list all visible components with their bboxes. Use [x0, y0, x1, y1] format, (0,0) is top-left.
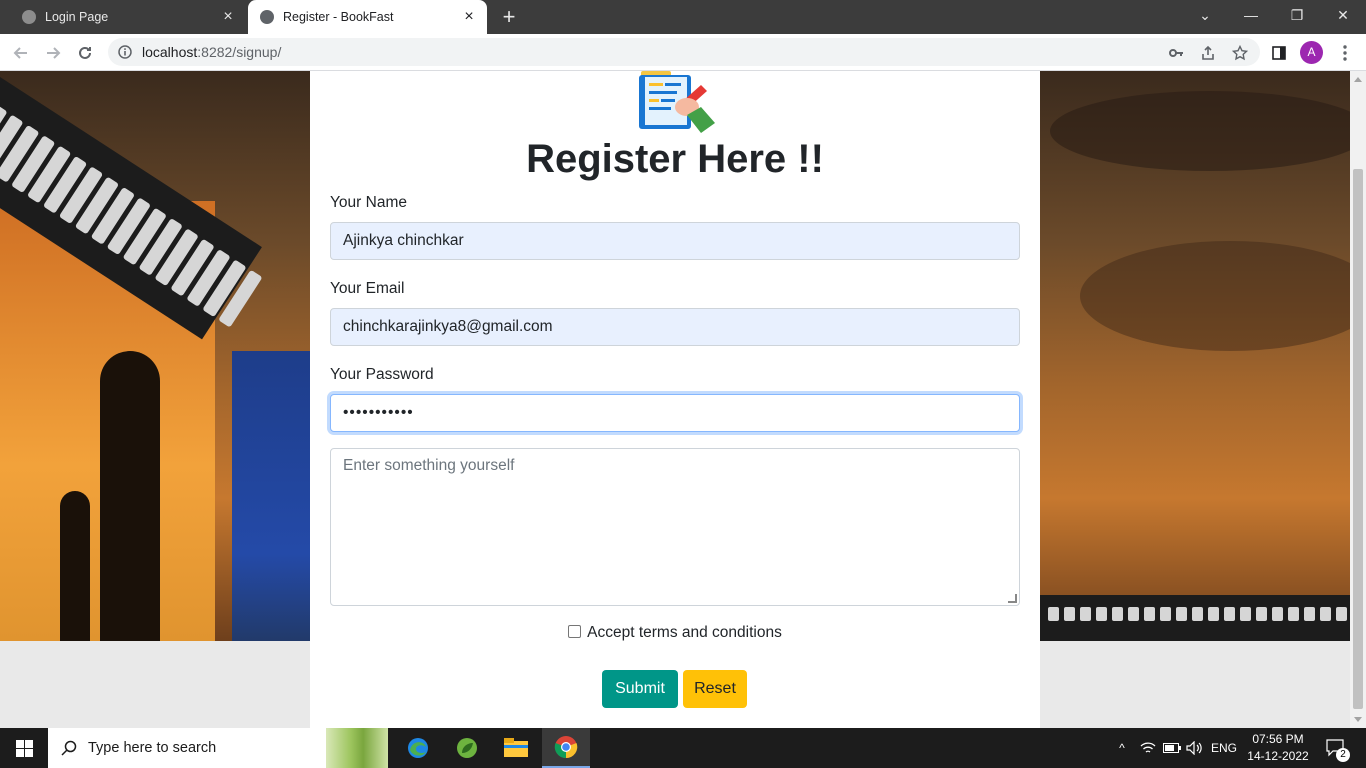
key-icon[interactable]: [1165, 42, 1187, 64]
chrome-app[interactable]: [542, 728, 590, 768]
password-label: Your Password: [330, 366, 434, 383]
tab-search-icon[interactable]: ⌄: [1182, 0, 1228, 30]
profile-avatar[interactable]: A: [1300, 41, 1323, 64]
file-explorer-app[interactable]: [492, 728, 540, 768]
search-icon: [61, 740, 77, 756]
site-info-icon[interactable]: [118, 45, 132, 59]
page-title: Register Here !!: [526, 137, 824, 181]
reload-button[interactable]: [72, 40, 98, 66]
notification-badge: 2: [1336, 748, 1350, 762]
reload-icon: [79, 46, 91, 59]
taskbar-search[interactable]: Type here to search: [48, 728, 388, 768]
search-highlight-image: [326, 728, 388, 768]
side-panel-icon[interactable]: [1268, 42, 1290, 64]
page-viewport: Register Here !! Your Name Ajinkya chinc…: [0, 71, 1350, 728]
tab-title: Login Page: [45, 10, 109, 24]
edge-app[interactable]: [394, 728, 442, 768]
windows-logo-icon: [15, 739, 33, 757]
volume-icon[interactable]: [1184, 728, 1206, 768]
spring-tool-app[interactable]: [443, 728, 491, 768]
about-textarea[interactable]: Enter something yourself: [330, 448, 1020, 606]
folder-icon: [504, 738, 528, 757]
minimize-button[interactable]: —: [1228, 0, 1274, 30]
tray-overflow-icon[interactable]: ^: [1112, 728, 1132, 768]
language-indicator[interactable]: ENG: [1208, 728, 1240, 768]
new-tab-button[interactable]: +: [498, 6, 520, 28]
clock-date: 14-12-2022: [1247, 749, 1309, 763]
email-label: Your Email: [330, 280, 405, 297]
browser-toolbar: localhost:8282/signup/ A: [0, 34, 1366, 71]
scroll-down-icon[interactable]: [1354, 717, 1362, 722]
name-label: Your Name: [330, 194, 407, 211]
close-tab-icon[interactable]: ×: [461, 9, 477, 25]
terms-row: Accept terms and conditions: [310, 624, 1040, 642]
back-arrow-icon: [13, 47, 27, 59]
more-menu-icon[interactable]: [1334, 42, 1356, 64]
back-button[interactable]: [8, 40, 34, 66]
password-input[interactable]: •••••••••••: [330, 394, 1020, 432]
taskbar-clock[interactable]: 07:56 PM 14-12-2022: [1238, 731, 1318, 765]
forward-arrow-icon: [47, 47, 61, 59]
scroll-up-icon[interactable]: [1354, 77, 1362, 82]
wifi-icon[interactable]: [1137, 728, 1159, 768]
start-button[interactable]: [0, 728, 48, 768]
spring-leaf-icon: [457, 738, 477, 758]
globe-icon: [22, 10, 36, 24]
scrollbar-thumb[interactable]: [1353, 169, 1363, 709]
register-logo-icon: [639, 71, 715, 133]
terms-checkbox[interactable]: [568, 625, 582, 638]
page-scrollbar[interactable]: [1350, 71, 1366, 728]
url-host: localhost: [142, 44, 198, 60]
tab-title: Register - BookFast: [283, 10, 394, 24]
terms-label[interactable]: Accept terms and conditions: [587, 624, 782, 641]
search-placeholder: Type here to search: [88, 740, 217, 756]
url-path: :8282/signup/: [197, 44, 282, 60]
close-window-button[interactable]: ✕: [1320, 0, 1366, 30]
tab-register-bookfast[interactable]: Register - BookFast ×: [248, 0, 487, 34]
bookmark-star-icon[interactable]: [1229, 42, 1251, 64]
share-icon[interactable]: [1197, 42, 1219, 64]
url-text: localhost:8282/signup/: [142, 44, 281, 60]
address-bar[interactable]: localhost:8282/signup/: [108, 38, 1260, 66]
about-placeholder: Enter something yourself: [343, 457, 515, 474]
restore-button[interactable]: ❐: [1274, 0, 1320, 30]
forward-button[interactable]: [40, 40, 66, 66]
close-tab-icon[interactable]: ×: [220, 9, 236, 25]
clock-time: 07:56 PM: [1252, 732, 1304, 746]
notification-center-button[interactable]: 2: [1318, 728, 1354, 768]
tab-login-page[interactable]: Login Page ×: [0, 0, 246, 34]
register-card: Register Here !! Your Name Ajinkya chinc…: [310, 71, 1040, 728]
globe-icon: [260, 10, 274, 24]
reset-button[interactable]: Reset: [683, 670, 747, 708]
resize-handle-icon[interactable]: [1008, 594, 1017, 603]
edge-icon: [408, 738, 428, 758]
battery-icon[interactable]: [1161, 728, 1183, 768]
submit-button[interactable]: Submit: [602, 670, 678, 708]
chrome-icon: [554, 736, 578, 759]
name-input[interactable]: Ajinkya chinchkar: [330, 222, 1020, 260]
email-input[interactable]: chinchkarajinkya8@gmail.com: [330, 308, 1020, 346]
windows-taskbar: Type here to search ^ ENG 07:56 PM 14-12…: [0, 728, 1366, 768]
browser-tabstrip: Login Page × Register - BookFast × + ⌄ —…: [0, 0, 1366, 34]
